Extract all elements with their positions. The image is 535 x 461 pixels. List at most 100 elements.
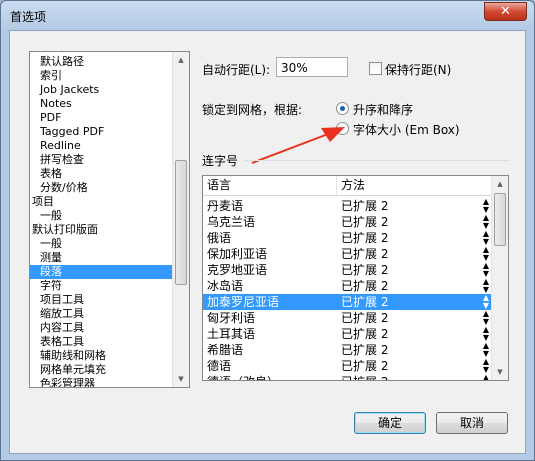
spinner-icon[interactable]: ▲▼ — [481, 342, 491, 358]
nav-item-label: 项目 — [32, 195, 54, 208]
nav-item[interactable]: 辅助线和网格 — [30, 349, 173, 363]
nav-item[interactable]: 网格单元填充 — [30, 363, 173, 377]
nav-item[interactable]: 默认路径 — [30, 55, 173, 69]
dialog-body: 默认路径 索引 Job Jackets Notes PDF Tagged PDF Redli… — [9, 30, 526, 454]
table-row[interactable]: 克罗地亚语 已扩展 2 ▲ ▼ — [203, 262, 492, 278]
cancel-button[interactable]: 取消 — [436, 412, 508, 434]
nav-item[interactable]: 表格 — [30, 167, 173, 181]
table-row[interactable]: 德语 已扩展 2 ▲ ▼ — [203, 358, 492, 374]
language-cell: 土耳其语 — [207, 327, 256, 341]
nav-item[interactable]: 项目 — [30, 195, 173, 209]
table-row[interactable]: 保加利亚语 已扩展 2 ▲ ▼ — [203, 246, 492, 262]
language-cell: 冰岛语 — [207, 279, 244, 293]
nav-item-label: 网格单元填充 — [40, 363, 106, 376]
table-row[interactable]: 丹麦语 已扩展 2 ▲ ▼ — [203, 198, 492, 214]
spinner-icon[interactable]: ▲▼ — [481, 246, 491, 262]
nav-item[interactable]: 项目工具 — [30, 293, 173, 307]
hyphenation-table[interactable]: 语言 方法 丹麦语 已扩展 2 ▲ ▼ 乌克兰语 已扩展 2 ▲ ▼ 俄语 已扩展 2 ▲ ▼ 保加利亚… — [202, 175, 509, 381]
nav-item[interactable]: Job Jackets — [30, 83, 173, 97]
nav-item-label: Tagged PDF — [40, 125, 105, 138]
nav-item-label: 表格 — [40, 167, 62, 180]
method-cell[interactable]: 已扩展 2 — [341, 230, 388, 246]
method-cell[interactable]: 已扩展 2 — [341, 198, 388, 214]
spinner-icon[interactable]: ▲▼ — [481, 294, 491, 310]
close-button[interactable]: ✕ — [484, 2, 527, 21]
lock-to-grid-label: 锁定到网格，根据: — [202, 103, 303, 117]
method-cell[interactable]: 已扩展 2 — [341, 342, 388, 358]
language-cell: 德语（改良） — [207, 374, 279, 380]
nav-item-label: 段落 — [40, 265, 62, 278]
nav-item[interactable]: 拼写检查 — [30, 153, 173, 167]
scroll-thumb[interactable] — [175, 160, 187, 285]
table-row[interactable]: 匈牙利语 已扩展 2 ▲ ▼ — [203, 310, 492, 326]
nav-item[interactable]: Tagged PDF — [30, 125, 173, 139]
hyphenation-divider — [245, 160, 510, 161]
nav-item-label: Notes — [40, 97, 72, 110]
nav-item[interactable]: 默认打印版面 — [30, 223, 173, 237]
method-cell[interactable]: 已扩展 2 — [341, 278, 388, 294]
nav-item[interactable]: 索引 — [30, 69, 173, 83]
spinner-icon[interactable]: ▲▼ — [481, 262, 491, 278]
nav-item[interactable]: Redline — [30, 139, 173, 153]
method-cell[interactable]: 已扩展 2 — [341, 358, 388, 374]
hyphenation-group-label: 连字号 — [202, 154, 239, 168]
font-size-radio[interactable] — [336, 122, 349, 135]
method-cell[interactable]: 已扩展 2 — [341, 374, 388, 380]
auto-leading-input[interactable]: 30% — [276, 57, 348, 77]
nav-item[interactable]: 一般 — [30, 237, 173, 251]
table-row[interactable]: 俄语 已扩展 2 ▲ ▼ — [203, 230, 492, 246]
title-bar[interactable]: 首选项 ✕ — [1, 1, 534, 29]
nav-item-label: 一般 — [40, 209, 62, 222]
nav-item[interactable]: 字符 — [30, 279, 173, 293]
window-title: 首选项 — [10, 10, 47, 24]
method-cell[interactable]: 已扩展 2 — [341, 310, 388, 326]
table-header: 语言 方法 — [203, 176, 492, 196]
scroll-thumb[interactable] — [494, 193, 506, 246]
table-row[interactable]: 加泰罗尼亚语 已扩展 2 ▲ ▼ — [203, 294, 492, 310]
nav-item[interactable]: 色彩管理器 — [30, 377, 173, 387]
spinner-icon[interactable]: ▲▼ — [481, 326, 491, 342]
scroll-up-icon[interactable]: ▲ — [173, 52, 189, 68]
nav-item-label: 测量 — [40, 251, 62, 264]
scroll-down-icon[interactable]: ▼ — [492, 364, 508, 380]
auto-leading-value: 30% — [281, 61, 308, 75]
nav-item[interactable]: 段落 — [30, 265, 173, 279]
font-size-label: 字体大小 (Em Box) — [353, 123, 460, 137]
table-row[interactable]: 希腊语 已扩展 2 ▲ ▼ — [203, 342, 492, 358]
spinner-icon[interactable]: ▲▼ — [481, 214, 491, 230]
nav-item[interactable]: PDF — [30, 111, 173, 125]
table-row[interactable]: 德语（改良） 已扩展 2 ▲▼ — [203, 374, 492, 381]
scroll-up-icon[interactable]: ▲ — [492, 176, 508, 192]
nav-item[interactable]: Notes — [30, 97, 173, 111]
nav-item[interactable]: 表格工具 — [30, 335, 173, 349]
nav-item[interactable]: 内容工具 — [30, 321, 173, 335]
method-cell[interactable]: 已扩展 2 — [341, 262, 388, 278]
spinner-icon[interactable]: ▲▼ — [481, 310, 491, 326]
method-cell[interactable]: 已扩展 2 — [341, 326, 388, 342]
spinner-icon[interactable]: ▲▼ — [481, 358, 491, 374]
spinner-icon[interactable]: ▲▼ — [481, 278, 491, 294]
language-column-header[interactable]: 语言 — [203, 176, 337, 195]
method-cell[interactable]: 已扩展 2 — [341, 294, 388, 310]
method-cell[interactable]: 已扩展 2 — [341, 214, 388, 230]
preferences-nav-list[interactable]: 默认路径 索引 Job Jackets Notes PDF Tagged PDF Redli… — [29, 51, 190, 388]
nav-item[interactable]: 测量 — [30, 251, 173, 265]
maintain-leading-checkbox[interactable] — [369, 62, 382, 75]
spinner-icon[interactable]: ▲▼ — [481, 198, 491, 214]
nav-item[interactable]: 一般 — [30, 209, 173, 223]
table-row[interactable]: 土耳其语 已扩展 2 ▲ ▼ — [203, 326, 492, 342]
language-cell: 保加利亚语 — [207, 247, 268, 261]
scroll-down-icon[interactable]: ▼ — [173, 371, 189, 387]
ok-button[interactable]: 确定 — [354, 412, 426, 434]
nav-item[interactable]: 分数/价格 — [30, 181, 173, 195]
table-row[interactable]: 乌克兰语 已扩展 2 ▲ ▼ — [203, 214, 492, 230]
nav-scrollbar[interactable]: ▲ ▼ — [172, 52, 189, 387]
method-cell[interactable]: 已扩展 2 — [341, 246, 388, 262]
method-column-header[interactable]: 方法 — [337, 176, 492, 195]
spinner-icon[interactable]: ▲▼ — [481, 230, 491, 246]
nav-item[interactable]: 缩放工具 — [30, 307, 173, 321]
spinner-icon[interactable]: ▲▼ — [481, 374, 491, 381]
ascent-descent-radio[interactable] — [336, 102, 349, 115]
table-scrollbar[interactable]: ▲ ▼ — [491, 176, 508, 380]
table-row[interactable]: 冰岛语 已扩展 2 ▲ ▼ — [203, 278, 492, 294]
